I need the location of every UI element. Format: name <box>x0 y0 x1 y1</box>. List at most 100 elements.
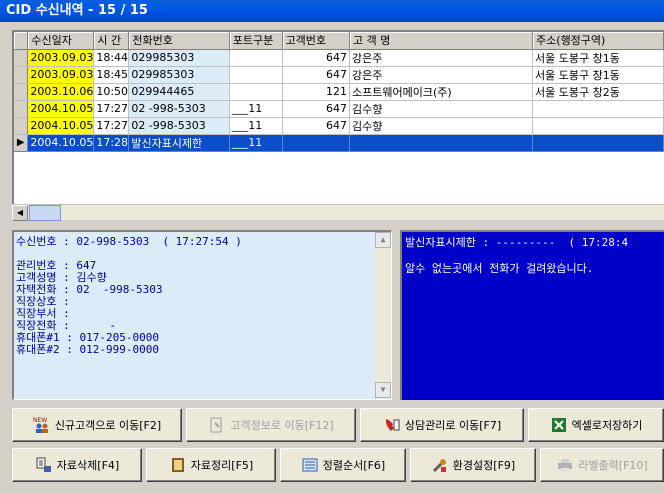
cell-phone: 029985303 <box>128 66 230 84</box>
header-address[interactable]: 주소(행정구역) <box>532 32 664 50</box>
consult-label: 상담관리로 이동[F7] <box>404 419 502 432</box>
cell-address: 서울 도봉구 창1동 <box>532 49 664 67</box>
info-line-mobile-2: 휴대폰#2 : 012-999-0000 <box>16 343 159 356</box>
cell-phone: 029985303 <box>128 49 230 67</box>
cell-name: 소프트웨어메이크(주) <box>349 83 534 101</box>
caller-info-panel[interactable]: 수신번호 : 02-998-5303 ( 17:27:54 ) 관리번호 : 6… <box>12 230 392 400</box>
cell-custno: 647 <box>282 100 351 118</box>
cell-address <box>532 134 664 152</box>
info-line-company: 직장상호 : <box>16 295 70 308</box>
header-port[interactable]: 포트구분 <box>229 32 283 50</box>
organize-label: 자료정리[F5] <box>190 459 254 472</box>
cell-time: 17:27 <box>93 100 130 118</box>
cell-address: 서울 도봉구 창2동 <box>532 83 664 101</box>
sort-list-icon <box>301 456 319 474</box>
delete-list-icon <box>35 456 53 474</box>
grid-horizontal-scrollbar[interactable]: ◀ <box>12 204 664 221</box>
cell-time: 10:50 <box>93 83 130 101</box>
tools-icon <box>431 456 449 474</box>
cell-address <box>532 117 664 135</box>
delete-label: 자료삭제[F4] <box>56 459 120 472</box>
row-indicator <box>14 49 29 67</box>
cell-address: 서울 도봉구 창1동 <box>532 66 664 84</box>
table-row-selected[interactable]: ▶ 2004.10.05 17:28 발신자표시제한 ___11 <box>14 134 664 152</box>
info-line-caller-number: 수신번호 : 02-998-5303 ( 17:27:54 ) <box>16 235 242 248</box>
message-line-body: 알수 없는곳에서 전화가 걸려왔습니다. <box>405 262 594 275</box>
call-log-grid[interactable]: 수신일자 시 간 전화번호 포트구분 고객번호 고 객 명 주소(행정구역) 2… <box>12 30 664 220</box>
cell-custno: 121 <box>282 83 351 101</box>
consult-management-button[interactable]: 상담관리로 이동[F7] <box>360 408 524 442</box>
row-indicator <box>14 66 29 84</box>
cell-address <box>532 100 664 118</box>
call-log-table: 수신일자 시 간 전화번호 포트구분 고객번호 고 객 명 주소(행정구역) 2… <box>14 32 664 152</box>
cell-custno: 647 <box>282 117 351 135</box>
header-date[interactable]: 수신일자 <box>27 32 95 50</box>
table-row[interactable]: 2003.09.03 18:45 029985303 647 강은주 서울 도봉… <box>14 66 664 84</box>
new-badge: NEW <box>33 417 47 424</box>
excel-label: 엑셀로저장하기 <box>571 419 643 432</box>
new-customer-button[interactable]: NEW 신규고객으로 이동[F2] <box>12 408 182 442</box>
sort-order-button[interactable]: 정렬순서[F6] <box>280 448 406 482</box>
table-row[interactable]: 2003.10.06 10:50 029944465 121 소프트웨어메이크(… <box>14 83 664 101</box>
cell-date: 2003.10.06 <box>27 83 95 101</box>
cell-time: 18:45 <box>93 66 130 84</box>
customer-info-label: 고객정보로 이동[F12] <box>230 419 334 432</box>
row-indicator <box>14 83 29 101</box>
cell-phone: 02 -998-5303 <box>128 117 230 135</box>
header-phone[interactable]: 전화번호 <box>128 32 230 50</box>
cell-port: ___11 <box>229 134 283 152</box>
cell-date: 2004.10.05 <box>27 134 95 152</box>
row-indicator <box>14 100 29 118</box>
cell-port: ___11 <box>229 117 283 135</box>
excel-export-button[interactable]: 엑셀로저장하기 <box>528 408 664 442</box>
excel-icon <box>550 416 568 434</box>
header-indicator <box>14 32 29 50</box>
cell-port <box>229 49 283 67</box>
cell-date: 2004.10.05 <box>27 100 95 118</box>
printer-icon <box>556 456 574 474</box>
cell-date: 2003.09.03 <box>27 49 95 67</box>
organize-data-button[interactable]: 자료정리[F5] <box>146 448 276 482</box>
message-line-blank <box>405 249 664 262</box>
cell-port <box>229 66 283 84</box>
scroll-thumb[interactable] <box>29 205 61 221</box>
sort-label: 정렬순서[F6] <box>322 459 386 472</box>
caller-message-panel: 발신자표시제한 : --------- ( 17:28:4 알수 없는곳에서 전… <box>400 230 664 400</box>
customer-info-button[interactable]: 고객정보로 이동[F12] <box>186 408 356 442</box>
cell-time: 18:44 <box>93 49 130 67</box>
row-indicator-arrow: ▶ <box>14 134 29 152</box>
message-line-header: 발신자표시제한 : --------- ( 17:28:4 <box>405 236 629 249</box>
cell-port <box>229 83 283 101</box>
cell-name: 김수향 <box>349 100 534 118</box>
cell-time: 17:27 <box>93 117 130 135</box>
cell-port: ___11 <box>229 100 283 118</box>
table-row[interactable]: 2004.10.05 17:27 02 -998-5303 ___11 647 … <box>14 100 664 118</box>
cell-phone: 발신자표시제한 <box>128 134 230 152</box>
row-indicator <box>14 117 29 135</box>
header-name[interactable]: 고 객 명 <box>349 32 534 50</box>
table-row[interactable]: 2004.10.05 17:27 02 -998-5303 ___11 647 … <box>14 117 664 135</box>
cell-name: 김수향 <box>349 117 534 135</box>
header-custno[interactable]: 고객번호 <box>282 32 351 50</box>
phone-icon <box>383 416 401 434</box>
delete-data-button[interactable]: 자료삭제[F4] <box>12 448 142 482</box>
cell-phone: 02 -998-5303 <box>128 100 230 118</box>
cell-phone: 029944465 <box>128 83 230 101</box>
header-time[interactable]: 시 간 <box>93 32 130 50</box>
cell-name: 강은주 <box>349 49 534 67</box>
settings-button[interactable]: 환경설정[F9] <box>410 448 536 482</box>
scroll-up-icon[interactable]: ▲ <box>375 232 391 248</box>
scroll-left-icon[interactable]: ◀ <box>12 205 28 221</box>
table-row[interactable]: 2003.09.03 18:44 029985303 647 강은주 서울 도봉… <box>14 49 664 67</box>
cell-date: 2003.09.03 <box>27 66 95 84</box>
label-print-button[interactable]: 라벨출력[F10] <box>540 448 664 482</box>
cell-name: 강은주 <box>349 66 534 84</box>
new-users-icon: NEW <box>33 416 51 434</box>
cell-custno: 647 <box>282 49 351 67</box>
scroll-down-icon[interactable]: ▼ <box>375 382 391 398</box>
cell-custno: 647 <box>282 66 351 84</box>
label-print-label: 라벨출력[F10] <box>578 459 648 472</box>
cell-custno <box>282 134 351 152</box>
info-line-home-phone: 자택전화 : 02 -998-5303 <box>16 283 163 296</box>
info-vertical-scrollbar[interactable]: ▲ ▼ <box>375 232 391 398</box>
